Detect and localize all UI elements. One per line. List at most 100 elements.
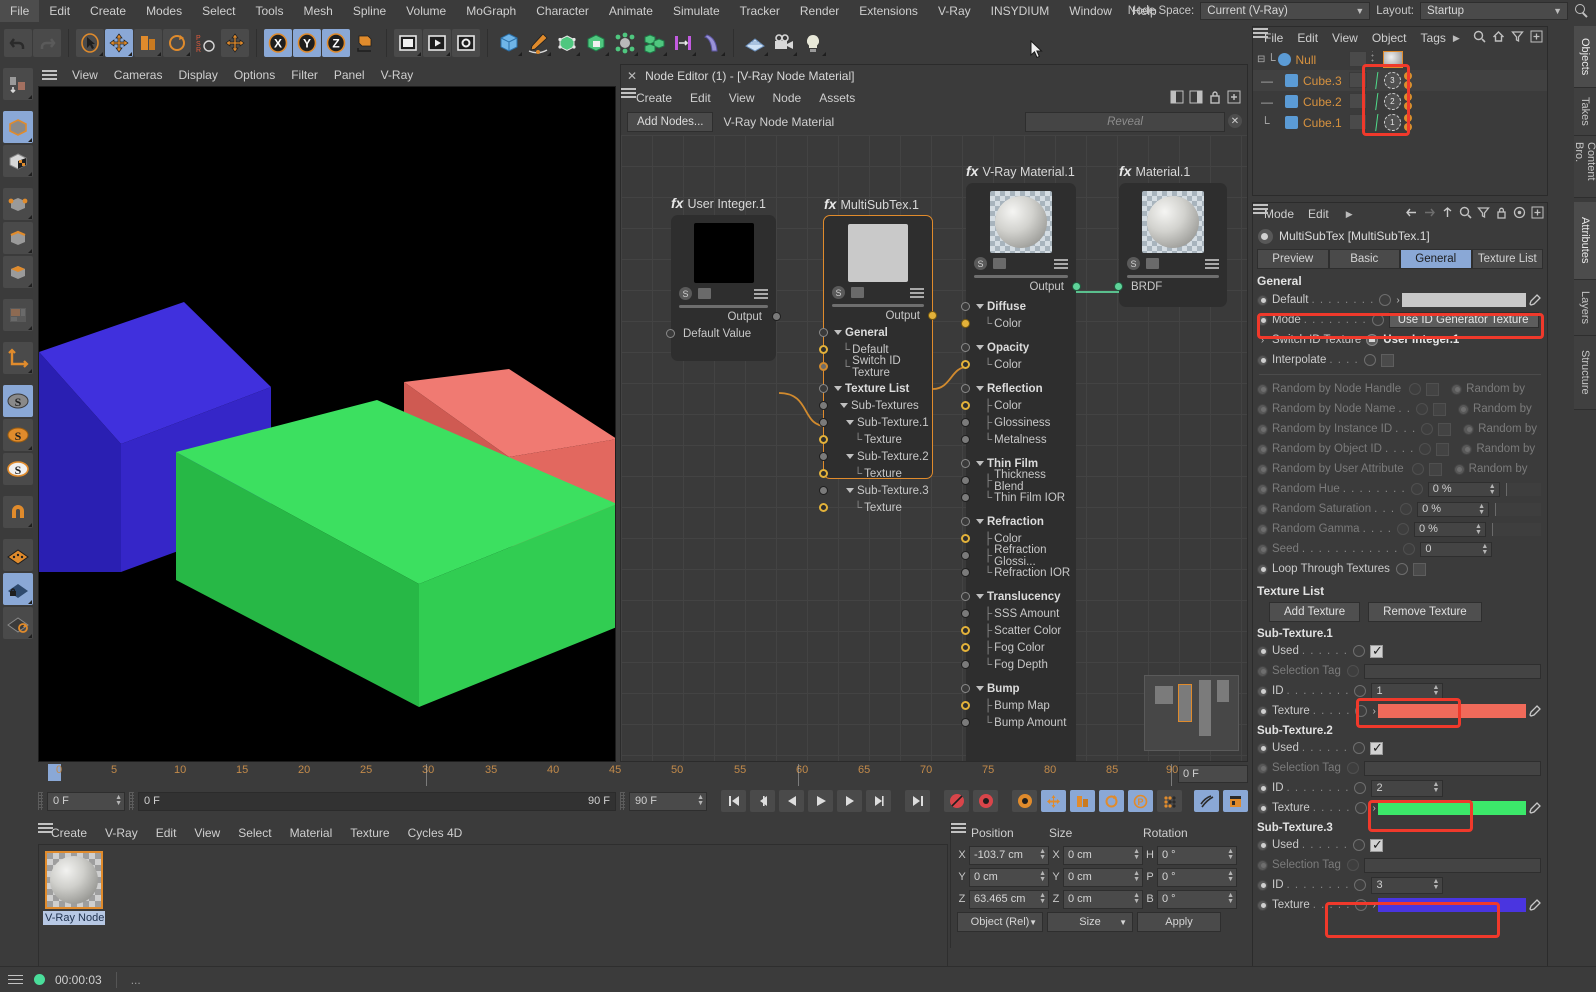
collapse-triangle-icon[interactable] xyxy=(976,519,984,524)
output-port-dot[interactable] xyxy=(1072,282,1081,291)
port-dot[interactable] xyxy=(961,592,970,601)
selection-tag-icon[interactable]: ╱ xyxy=(1370,114,1383,132)
node-menu-view[interactable]: View xyxy=(720,87,764,109)
node-editor-minimap[interactable] xyxy=(1144,675,1239,751)
port-dot[interactable] xyxy=(819,384,828,393)
split-right-panel-icon[interactable] xyxy=(1189,90,1203,104)
object-name[interactable]: Null xyxy=(1296,53,1317,67)
search-icon[interactable] xyxy=(1459,206,1472,219)
object-name[interactable]: Cube.3 xyxy=(1303,74,1342,88)
node-menu-create[interactable]: Create xyxy=(627,87,681,109)
menu-create[interactable]: Create xyxy=(80,0,136,22)
expand-toggle-icon[interactable]: ⊟ xyxy=(1257,54,1267,65)
default-color-swatch[interactable] xyxy=(1401,293,1526,307)
material-manager-body[interactable]: V-Ray Node xyxy=(38,844,948,968)
polygon-mode-button[interactable] xyxy=(3,256,33,288)
scale-tool[interactable] xyxy=(134,29,162,57)
forward-arrow-icon[interactable] xyxy=(1423,206,1436,219)
eyedropper-icon[interactable] xyxy=(1528,898,1541,912)
node-menu-node[interactable]: Node xyxy=(764,87,811,109)
lock-icon[interactable] xyxy=(1495,206,1508,219)
node-port-fog-color[interactable]: ├ Fog Color xyxy=(961,639,1076,656)
pen-spline-button[interactable] xyxy=(524,29,552,57)
param-circle-toggle[interactable] xyxy=(1363,354,1376,366)
port-dot[interactable] xyxy=(819,469,828,478)
go-to-next-key-button[interactable] xyxy=(866,790,891,812)
timeline-ruler[interactable]: 0 5 10 15 20 25 30 35 40 45 50 55 60 65 … xyxy=(38,764,1248,786)
spinner-icon[interactable]: ▲ ▼ xyxy=(1039,848,1046,861)
port-dot[interactable] xyxy=(961,551,970,560)
collapse-triangle-icon[interactable] xyxy=(976,594,984,599)
port-dot[interactable] xyxy=(961,534,970,543)
object-id-tag-icon[interactable]: 3 xyxy=(1383,72,1401,89)
go-to-end-button[interactable] xyxy=(905,790,930,812)
more-menu-icon[interactable]: ▶ xyxy=(1453,33,1460,44)
collapse-triangle-icon[interactable] xyxy=(976,345,984,350)
sub-texture-1-selection-tag-row[interactable]: Selection Tag xyxy=(1253,661,1547,681)
port-dot[interactable] xyxy=(961,319,970,328)
tab-attributes[interactable]: Attributes xyxy=(1574,202,1596,280)
reset-workplane-button[interactable] xyxy=(3,607,33,639)
psr-icon[interactable]: PSR xyxy=(192,29,220,57)
timeline-current-frame-field[interactable]: 0 F xyxy=(1178,765,1248,783)
sub-texture-1-used-row[interactable]: Used . . . . . . xyxy=(1253,641,1547,661)
sub-texture-2-texture-row[interactable]: Texture . . . . . › xyxy=(1253,798,1547,818)
render-view-button[interactable] xyxy=(394,29,422,57)
animation-bullet-icon[interactable] xyxy=(1257,685,1268,697)
param-circle-toggle[interactable] xyxy=(1355,802,1368,814)
random-hue-slider[interactable] xyxy=(1505,482,1541,496)
play-button[interactable] xyxy=(808,790,833,812)
go-to-start-button[interactable] xyxy=(721,790,746,812)
node-port-glossiness[interactable]: ├ Glossiness xyxy=(961,414,1076,431)
node-menu-icon[interactable] xyxy=(754,288,768,299)
input-port-dot[interactable] xyxy=(666,329,675,338)
param-row-loop-through-textures[interactable]: Loop Through Textures xyxy=(1253,559,1547,579)
tag-dot-icon[interactable] xyxy=(1403,72,1412,80)
spinner-icon[interactable]: ▲ ▼ xyxy=(1489,483,1496,496)
node-port-texture-2[interactable]: └ Texture xyxy=(819,465,932,482)
axis-z-toggle[interactable]: Z xyxy=(322,29,350,57)
node-port-texture-1[interactable]: └ Texture xyxy=(819,431,932,448)
node-output-port-row[interactable]: Output xyxy=(824,307,937,324)
shader-icon[interactable]: S xyxy=(832,286,845,299)
symmetry-button[interactable] xyxy=(669,29,697,57)
selection-tag-icon[interactable]: ╱ xyxy=(1370,93,1383,111)
drag-handle[interactable] xyxy=(620,792,625,810)
object-row-cube1[interactable]: └ Cube.1 ╱ 1 xyxy=(1253,112,1547,133)
uv-mode-button[interactable] xyxy=(3,299,33,331)
node-output-port-row[interactable]: Output xyxy=(671,308,781,325)
object-row-null[interactable]: ⊟ └ Null xyxy=(1253,49,1547,70)
node-port-group-reflection[interactable]: Reflection xyxy=(961,380,1076,397)
spinner-icon[interactable]: ▲ ▼ xyxy=(1133,892,1140,905)
spinner-icon[interactable]: ▲ ▼ xyxy=(1433,878,1440,891)
start-frame-field[interactable]: 0 F ▲ ▼ xyxy=(47,791,125,811)
node-editor-canvas[interactable]: fxUser Integer.1 S Output Default Value xyxy=(621,135,1247,761)
image-icon[interactable] xyxy=(851,287,864,298)
sub-texture-2-selection-tag-row[interactable]: Selection Tag xyxy=(1253,758,1547,778)
size-mode-select[interactable]: Size ▼ xyxy=(1047,912,1133,932)
make-editable-button[interactable] xyxy=(3,68,33,100)
param-row-interpolate[interactable]: Interpolate . . . . xyxy=(1253,350,1547,370)
attr-menu-mode[interactable]: Mode xyxy=(1257,203,1301,225)
back-arrow-icon[interactable] xyxy=(1405,206,1418,219)
node-port-fog-depth[interactable]: └ Fog Depth xyxy=(961,656,1076,673)
sub-texture-3-used-row[interactable]: Used . . . . . . xyxy=(1253,835,1547,855)
rotation-p-field[interactable]: 0 ° ▲ ▼ xyxy=(1157,867,1237,887)
param-circle-toggle[interactable] xyxy=(1353,742,1366,754)
magnet-tool-button[interactable] xyxy=(3,496,33,528)
spinner-icon[interactable]: ▲ ▼ xyxy=(1475,523,1482,536)
link-target-icon[interactable] xyxy=(1366,334,1379,346)
object-row-cube2[interactable]: — Cube.2 ╱ 2 xyxy=(1253,91,1547,112)
tab-general[interactable]: General xyxy=(1400,249,1472,269)
menu-animate[interactable]: Animate xyxy=(599,0,663,22)
node-port-group-opacity[interactable]: Opacity xyxy=(961,339,1076,356)
node-vray-material[interactable]: fx V-Ray Material.1 S Output Diffuse └ Col… xyxy=(961,163,1081,761)
rotation-key-button[interactable] xyxy=(1099,790,1124,812)
port-dot[interactable] xyxy=(961,684,970,693)
image-icon[interactable] xyxy=(993,258,1006,269)
subdivision-surface-button[interactable] xyxy=(553,29,581,57)
undo-button[interactable] xyxy=(4,29,32,57)
axis-x-toggle[interactable]: X xyxy=(264,29,292,57)
animation-bullet-icon[interactable] xyxy=(1257,314,1268,326)
eyedropper-icon[interactable] xyxy=(1528,293,1541,307)
